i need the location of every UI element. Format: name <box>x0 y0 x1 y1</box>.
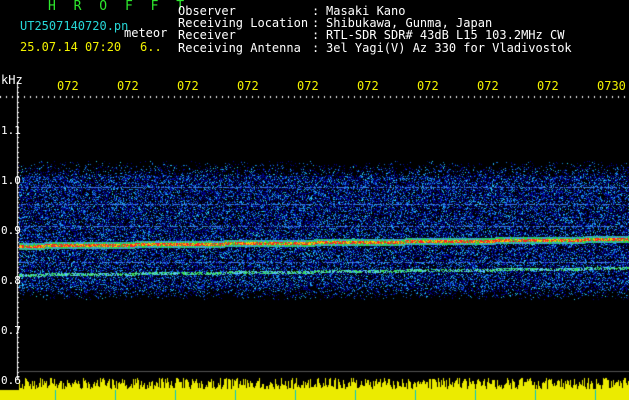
time-tick: 072 <box>537 79 559 93</box>
time-tick: 072 <box>177 79 199 93</box>
app-title: H R O F F T <box>48 0 190 14</box>
separator: : <box>312 28 320 43</box>
time-tick: 072 <box>237 79 259 93</box>
receiver-row: Receiver : RTL-SDR SDR# 43dB L15 103.2MH… <box>178 29 572 41</box>
receiver-label: Receiver <box>178 28 236 43</box>
station-info: Observer : Masaki Kano Receiving Locatio… <box>178 5 572 54</box>
y-tick-label: 1.1 <box>1 124 21 137</box>
receiver-value: RTL-SDR SDR# 43dB L15 103.2MHz CW <box>326 28 565 43</box>
time-tick: 072 <box>477 79 499 93</box>
antenna-value: 3el Yagi(V) Az 330 for Vladivostok <box>326 40 572 55</box>
separator: : <box>312 40 320 55</box>
y-tick-label: 0.6 <box>1 374 21 387</box>
time-tick: 0730 <box>597 79 626 93</box>
detection-tag: meteor <box>124 26 168 40</box>
event-count: 6.. <box>140 40 162 54</box>
y-axis-unit: kHz <box>1 73 23 87</box>
antenna-row: Receiving Antenna : 3el Yagi(V) Az 330 f… <box>178 40 572 55</box>
y-tick-label: 1.0 <box>1 174 21 187</box>
y-tick-label: 0.7 <box>1 324 21 337</box>
antenna-label: Receiving Antenna <box>178 40 301 55</box>
time-tick: 072 <box>357 79 379 93</box>
date-time: 25.07.14 07:20 <box>20 40 122 54</box>
spectrogram-canvas <box>0 0 629 400</box>
time-tick: 072 <box>57 79 79 93</box>
file-name: UT2507140720.pn <box>20 19 129 33</box>
y-tick-label: 0.9 <box>1 224 21 237</box>
y-tick-label: 0.8 <box>1 274 21 287</box>
time-tick: 072 <box>297 79 319 93</box>
time-tick: 072 <box>417 79 439 93</box>
time-tick: 072 <box>117 79 139 93</box>
